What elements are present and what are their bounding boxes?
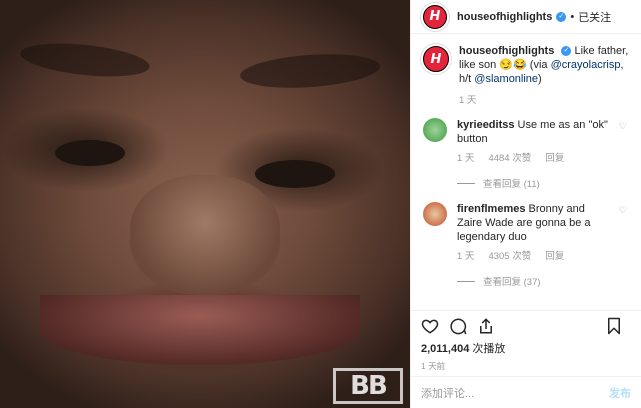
post-comment-button[interactable]: 发布 (609, 385, 631, 401)
follow-button[interactable]: 已关注 (578, 9, 611, 25)
caption-avatar[interactable]: H (421, 44, 451, 74)
comment-username[interactable]: kyrieeditss (457, 119, 514, 131)
commenter-avatar[interactable] (423, 118, 447, 142)
comment-button[interactable] (449, 317, 467, 335)
view-replies-label: 查看回复 (11) (483, 179, 540, 190)
view-count[interactable]: 2,011,404 次播放 (411, 340, 641, 356)
face-detail (40, 295, 360, 365)
bookmark-icon (608, 317, 620, 335)
share-button[interactable] (477, 317, 495, 335)
add-comment-bar: 添加评论... 发布 (411, 376, 641, 408)
comment-body: firenflmemes Bronny and Zaire Wade are g… (457, 202, 609, 264)
view-replies-button[interactable]: 查看回复 (11) (457, 176, 631, 190)
view-replies-label: 查看回复 (37) (483, 277, 541, 288)
comment-likes[interactable]: 4484 次赞 (488, 152, 531, 166)
account-avatar[interactable]: H (421, 2, 449, 31)
view-replies-button[interactable]: 查看回复 (37) (457, 274, 631, 288)
caption-username[interactable]: houseofhighlights (459, 45, 554, 57)
comment-likes[interactable]: 4305 次赞 (488, 250, 531, 264)
face-detail (55, 140, 125, 166)
divider (457, 182, 475, 184)
comment-meta: 1 天 4484 次赞 回复 (457, 152, 609, 166)
comment-time: 1 天 (457, 251, 475, 262)
comment-input[interactable]: 添加评论... (421, 385, 609, 401)
post-video[interactable]: BB (0, 0, 410, 408)
comment-meta: 1 天 4305 次赞 回复 (457, 250, 609, 264)
comments-area[interactable]: H houseofhighlights ✓ Like father, like … (411, 34, 641, 310)
mention-link[interactable]: @slamonline (474, 73, 538, 85)
house-of-highlights-logo-icon: H (424, 47, 448, 71)
comment-icon (450, 318, 467, 334)
reply-button[interactable]: 回复 (545, 152, 564, 166)
caption-body: ) (538, 73, 542, 85)
comment-username[interactable]: firenflmemes (457, 203, 525, 215)
share-icon (480, 317, 492, 333)
post-timestamp: 1 天前 (421, 361, 446, 371)
post-side-panel: H houseofhighlights ✓ • 已关注 H houseofhig… (410, 0, 641, 408)
action-bar (411, 310, 641, 340)
commenter-avatar[interactable] (423, 202, 447, 226)
heart-icon[interactable]: ♡ (619, 121, 627, 132)
post-modal: BB H houseofhighlights ✓ • 已关注 H houseof… (0, 0, 641, 408)
comment-time: 1 天 (457, 153, 475, 164)
view-count-number: 2,011,404 (421, 343, 470, 355)
caption-text: houseofhighlights ✓ Like father, like so… (459, 44, 631, 86)
comment-body: kyrieeditss Use me as an "ok" button 1 天… (457, 118, 609, 166)
verified-badge-icon: ✓ (556, 11, 567, 22)
comment: firenflmemes Bronny and Zaire Wade are g… (421, 202, 631, 264)
face-detail (130, 175, 280, 295)
heart-icon (421, 319, 439, 334)
post-header: H houseofhighlights ✓ • 已关注 (411, 0, 641, 34)
watermark-logo: BB (333, 368, 403, 404)
separator-dot: • (570, 10, 575, 23)
mention-link[interactable]: @crayolacrisp (551, 59, 621, 71)
house-of-highlights-logo-icon: H (424, 5, 446, 28)
like-button[interactable] (421, 317, 439, 335)
verified-badge-icon: ✓ (561, 46, 572, 57)
face-detail (255, 160, 335, 188)
save-button[interactable] (605, 317, 623, 335)
comment: kyrieeditss Use me as an "ok" button 1 天… (421, 118, 631, 166)
caption-timestamp: 1 天 (459, 95, 477, 106)
reply-button[interactable]: 回复 (545, 250, 564, 264)
heart-icon[interactable]: ♡ (619, 205, 627, 216)
post-caption: H houseofhighlights ✓ Like father, like … (421, 44, 631, 86)
divider (457, 280, 475, 282)
account-username[interactable]: houseofhighlights (457, 11, 552, 23)
view-count-label: 次播放 (472, 343, 506, 355)
